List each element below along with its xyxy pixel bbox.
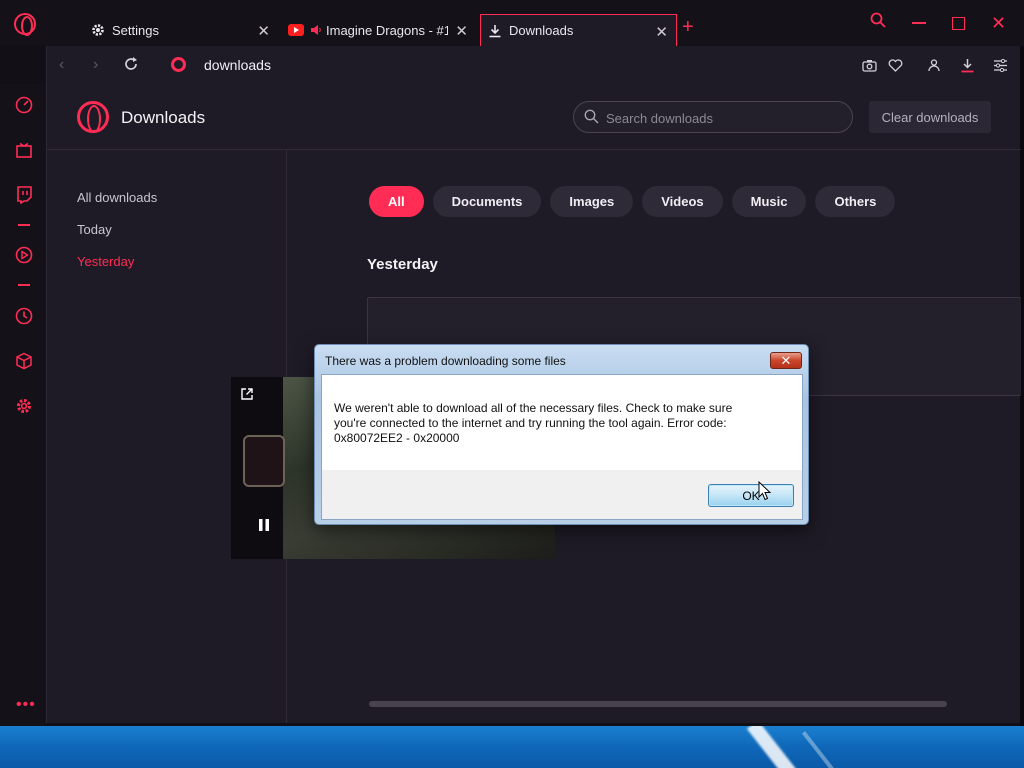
tab-settings-label: Settings	[112, 22, 159, 38]
speed-dial-icon[interactable]	[15, 96, 33, 114]
tab-downloads-label: Downloads	[509, 23, 574, 38]
easy-setup-icon[interactable]	[992, 57, 1008, 73]
search-input[interactable]	[606, 108, 846, 128]
download-icon	[487, 23, 503, 39]
dialog-title: There was a problem downloading some fil…	[325, 354, 566, 368]
tab-downloads[interactable]: Downloads ✕	[480, 14, 677, 46]
history-icon[interactable]	[15, 307, 33, 325]
tab-imagine-dragons[interactable]: Imagine Dragons - #1 ( ✕	[282, 14, 476, 46]
filter-all[interactable]: All	[369, 186, 424, 217]
tab-settings[interactable]: Settings ✕	[84, 14, 278, 46]
close-tab-icon[interactable]: ✕	[257, 22, 270, 40]
extensions-cube-icon[interactable]	[15, 352, 33, 370]
address-bar: ‹ › downloads	[46, 46, 1020, 84]
clear-downloads-button[interactable]: Clear downloads	[869, 101, 991, 133]
address-input[interactable]: downloads	[204, 57, 271, 73]
dialog-message: We weren't able to download all of the n…	[334, 401, 733, 445]
nav-all-downloads[interactable]: All downloads	[77, 190, 157, 205]
video-thumbnail	[243, 435, 285, 487]
minimize-button[interactable]	[912, 22, 926, 24]
opera-page-icon	[171, 57, 186, 72]
dialog-close-button[interactable]: ✕	[770, 352, 802, 369]
sidebar-separator	[18, 224, 30, 226]
popout-return-icon[interactable]	[241, 387, 253, 403]
ok-button[interactable]: OK	[708, 484, 794, 507]
tab-strip: Settings ✕ Imagine Dragons - #1 ( ✕ Down…	[0, 0, 1024, 46]
search-tabs-icon[interactable]	[870, 12, 886, 33]
more-options-icon[interactable]: •••	[16, 696, 36, 714]
opera-logo-icon	[77, 101, 109, 133]
downloads-toolbar-icon[interactable]	[959, 57, 975, 73]
maximize-button[interactable]	[952, 17, 965, 30]
filter-images[interactable]: Images	[550, 186, 634, 217]
heart-icon[interactable]	[887, 57, 903, 73]
horizontal-scrollbar[interactable]	[369, 701, 947, 707]
youtube-icon	[288, 22, 304, 38]
pause-icon[interactable]	[259, 518, 269, 535]
snapshot-camera-icon[interactable]	[861, 57, 877, 73]
section-title: Yesterday	[367, 256, 438, 273]
reload-icon[interactable]	[123, 56, 139, 77]
filter-documents[interactable]: Documents	[432, 186, 542, 217]
sidebar-separator	[18, 284, 30, 286]
page-title: Downloads	[121, 108, 206, 127]
close-tab-icon[interactable]: ✕	[455, 22, 468, 40]
search-box[interactable]	[573, 101, 853, 133]
settings-gear-icon[interactable]	[15, 397, 33, 415]
opera-menu-icon[interactable]	[14, 13, 36, 36]
close-tab-icon[interactable]: ✕	[655, 23, 668, 41]
mouse-cursor-icon	[758, 480, 772, 506]
close-window-button[interactable]: ✕	[991, 13, 1006, 34]
search-icon	[584, 109, 599, 129]
filter-videos[interactable]: Videos	[642, 186, 723, 217]
nav-today[interactable]: Today	[77, 222, 112, 237]
account-icon[interactable]	[926, 57, 942, 73]
filter-music[interactable]: Music	[731, 186, 807, 217]
filter-chips: All Documents Images Videos Music Others	[369, 186, 896, 217]
gear-icon	[90, 22, 106, 38]
sidebar: •••	[0, 84, 46, 726]
page-header: Downloads Clear downloads	[47, 84, 1021, 150]
tab-imagine-dragons-label: Imagine Dragons - #1 (	[326, 22, 448, 38]
new-tab-button[interactable]: +	[682, 16, 694, 39]
filter-others[interactable]: Others	[815, 186, 896, 217]
dialog-body: We weren't able to download all of the n…	[321, 374, 803, 520]
forward-icon[interactable]: ›	[93, 56, 98, 74]
player-icon[interactable]	[15, 246, 33, 264]
twitch-icon[interactable]	[15, 186, 33, 204]
browser-window: Settings ✕ Imagine Dragons - #1 ( ✕ Down…	[0, 0, 1024, 726]
back-icon[interactable]: ‹	[59, 56, 64, 74]
windows-desktop-background	[0, 726, 1024, 768]
news-icon[interactable]	[15, 142, 33, 160]
speaker-icon[interactable]	[310, 22, 322, 38]
nav-yesterday[interactable]: Yesterday	[77, 254, 134, 269]
error-dialog: There was a problem downloading some fil…	[314, 344, 809, 525]
